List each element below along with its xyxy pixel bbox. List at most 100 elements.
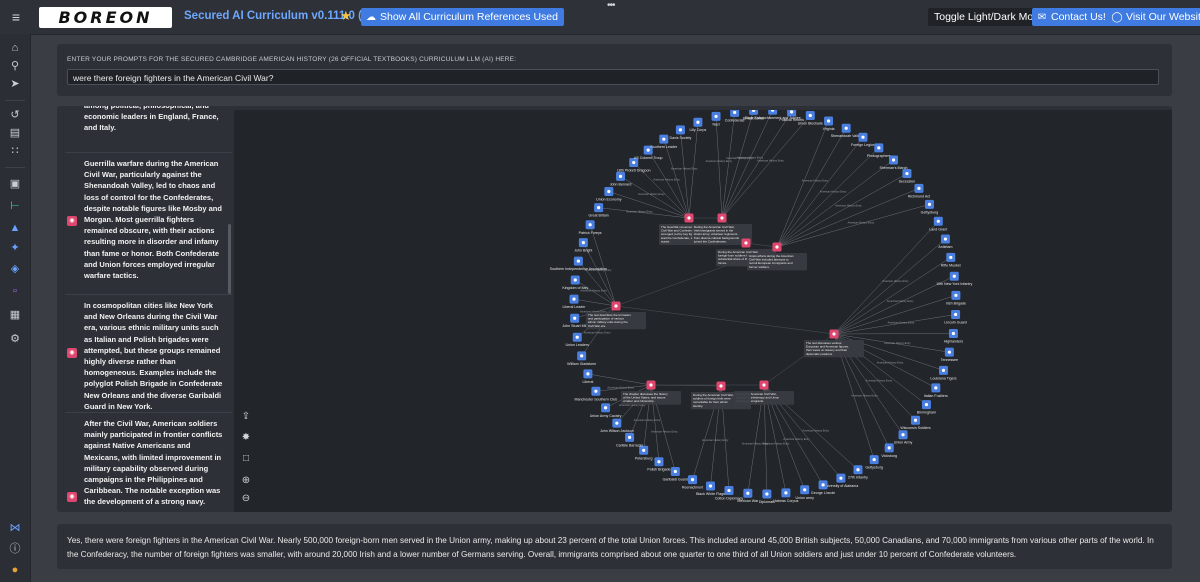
pin-icon[interactable]: ◉ bbox=[67, 492, 77, 502]
list-item[interactable]: among political, philosophical, and econ… bbox=[65, 106, 232, 153]
graph-node[interactable]: Irish Brigade bbox=[946, 290, 966, 306]
graph-node[interactable]: Highlanders bbox=[944, 328, 963, 344]
knowledge-graph[interactable]: ⇪ ✸ □ ⊕ ⊖ American History Entry American… bbox=[234, 110, 1172, 512]
list-item[interactable]: ◉ Guerrilla warfare during the American … bbox=[65, 154, 232, 295]
graph-node[interactable]: John Bernard bbox=[610, 171, 632, 187]
node-dot bbox=[934, 386, 938, 390]
graph-node[interactable]: Wisconsin Soldiers bbox=[900, 415, 931, 431]
home-icon[interactable]: ⌂ bbox=[7, 41, 23, 55]
graph-node[interactable]: Rifle Musket bbox=[941, 252, 961, 268]
node-label: Photographers bbox=[867, 154, 891, 158]
graph-node[interactable]: Louisiana Tigers bbox=[930, 365, 957, 381]
graph-node[interactable]: Tennessee bbox=[941, 347, 958, 363]
graph-node[interactable]: John Bright bbox=[574, 238, 592, 253]
graph-node[interactable]: 18th Pickett Dragoon bbox=[617, 158, 651, 173]
graph-node[interactable]: Lincoln Guard bbox=[944, 309, 967, 325]
graph-node[interactable]: John Stuart Mill bbox=[562, 313, 587, 329]
network-icon[interactable]: ✦ bbox=[7, 241, 23, 255]
pin-icon[interactable]: ◉ bbox=[67, 216, 77, 226]
graph-node[interactable]: Union Army bbox=[894, 430, 913, 445]
settings-icon[interactable]: ⚙ bbox=[7, 332, 23, 346]
prompt-input[interactable]: were there foreign fighters in the Ameri… bbox=[67, 69, 1159, 85]
edge-label: American History Entry bbox=[783, 437, 810, 441]
graph-node[interactable]: Gettysburg bbox=[865, 455, 883, 470]
graph-node[interactable]: Great Britain bbox=[589, 203, 609, 218]
rocket-icon[interactable]: ➤ bbox=[7, 77, 23, 91]
graph-node[interactable]: Patrick Foreys bbox=[579, 220, 602, 235]
graph-node[interactable]: Lilly Corps bbox=[690, 117, 707, 133]
node-label: Petersburg bbox=[635, 456, 653, 460]
chat-icon[interactable]: ▫ bbox=[7, 284, 23, 298]
graph-node[interactable]: Nazi bbox=[711, 111, 721, 127]
graph-node[interactable]: Richmond Act bbox=[908, 183, 930, 199]
help-icon[interactable]: ⓘ bbox=[7, 542, 23, 556]
node-dot bbox=[901, 433, 905, 437]
node-dot bbox=[607, 189, 611, 194]
graph-node[interactable]: Virginia bbox=[823, 116, 835, 131]
layers-icon[interactable]: ⋈ bbox=[7, 521, 23, 535]
graph-node[interactable]: 10th New York Infantry bbox=[936, 271, 973, 287]
visit-website-button[interactable]: ◯ Visit Our Website bbox=[1107, 8, 1200, 26]
node-label: Kingdom of Italy bbox=[562, 286, 588, 290]
window-icon[interactable]: ▣ bbox=[7, 177, 23, 191]
graph-node[interactable]: Union Leaders bbox=[566, 332, 590, 348]
search-icon[interactable]: ⚲ bbox=[7, 59, 23, 73]
graph-node[interactable]: William Gladstone bbox=[567, 351, 596, 366]
pin-icon[interactable]: ◉ bbox=[67, 348, 77, 358]
node-dot bbox=[678, 128, 683, 132]
show-references-button[interactable]: ☁ Show All Curriculum References Used bbox=[361, 8, 564, 26]
graph-node[interactable]: Italian Fusiliers bbox=[924, 383, 948, 398]
graph-node[interactable]: Petersburg bbox=[635, 445, 653, 461]
graph-node[interactable]: Land Grant bbox=[929, 216, 947, 232]
list-item[interactable]: ◉ After the Civil War, American soldiers… bbox=[65, 414, 232, 512]
graph-node[interactable]: Liberal Leader bbox=[563, 294, 587, 310]
edge-label: American History Entry bbox=[877, 361, 904, 365]
graph-edge bbox=[721, 110, 773, 219]
graph-node[interactable]: Antietam bbox=[938, 234, 953, 250]
hub-node[interactable]: Union efforts during the AmericanCivil W… bbox=[747, 242, 807, 271]
node-dot bbox=[839, 476, 843, 480]
drag-handle-icon[interactable]: ••• bbox=[607, 0, 615, 11]
node-label: Louisiana Tigers bbox=[930, 376, 956, 380]
node-dot bbox=[943, 237, 948, 241]
node-dot bbox=[615, 421, 619, 425]
graph-node[interactable]: Carlisle Barracks bbox=[616, 432, 643, 448]
gallery-icon[interactable]: ▦ bbox=[7, 308, 23, 322]
apps-grid-icon[interactable]: ∷ bbox=[7, 144, 23, 158]
graph-node[interactable]: Union Army Cavalry bbox=[590, 403, 622, 418]
node-dot bbox=[808, 113, 812, 118]
hub-node[interactable]: The text describes the formationand part… bbox=[586, 301, 646, 330]
edge-label: American History Entry bbox=[638, 192, 665, 196]
graph-node[interactable]: Secession bbox=[899, 169, 916, 184]
graph-node[interactable]: Kingdom of Italy bbox=[562, 275, 588, 291]
star-icon[interactable]: ★ bbox=[340, 8, 352, 24]
folder-icon[interactable]: ▤ bbox=[7, 126, 23, 140]
node-dot bbox=[941, 368, 946, 372]
graph-node[interactable]: Liberal bbox=[583, 369, 594, 384]
graph-node[interactable]: Confederate bbox=[725, 110, 745, 122]
cube-icon[interactable]: ◈ bbox=[7, 262, 23, 276]
graph-node[interactable]: Southern Independence Association bbox=[550, 256, 608, 272]
graph-node[interactable]: Davis Society bbox=[670, 125, 692, 140]
flow-icon[interactable]: ⊢ bbox=[7, 199, 23, 213]
mountain-icon[interactable]: ▲ bbox=[7, 221, 23, 235]
node-dot bbox=[642, 448, 646, 452]
avatar[interactable]: ● bbox=[7, 563, 23, 577]
graph-node[interactable]: Vicksburg bbox=[881, 443, 897, 458]
graph-node[interactable]: Shenandoah Valley bbox=[831, 123, 862, 139]
graph-canvas[interactable]: American History Entry American History E… bbox=[234, 110, 1172, 512]
graph-node[interactable]: Gettysburg bbox=[921, 199, 939, 215]
edge-label: American History Entry bbox=[651, 430, 678, 434]
graph-node[interactable]: Birmingham bbox=[917, 400, 936, 415]
list-scrollbar[interactable] bbox=[228, 224, 231, 294]
contact-button[interactable]: ✉ Contact Us! bbox=[1032, 8, 1112, 26]
menu-expand-icon[interactable]: ≡ bbox=[8, 9, 24, 25]
hub-node[interactable]: The chapter discusses the historyof the … bbox=[621, 380, 681, 405]
hub-dot bbox=[649, 383, 653, 387]
history-icon[interactable]: ↺ bbox=[7, 108, 23, 122]
graph-node[interactable]: Diplomats bbox=[759, 489, 775, 504]
node-dot bbox=[952, 274, 956, 278]
list-item[interactable]: ◉ In cosmopolitan cities like New York a… bbox=[65, 296, 232, 413]
graph-node[interactable]: John Wilson Jackson bbox=[600, 418, 634, 434]
graph-edge bbox=[575, 279, 617, 307]
